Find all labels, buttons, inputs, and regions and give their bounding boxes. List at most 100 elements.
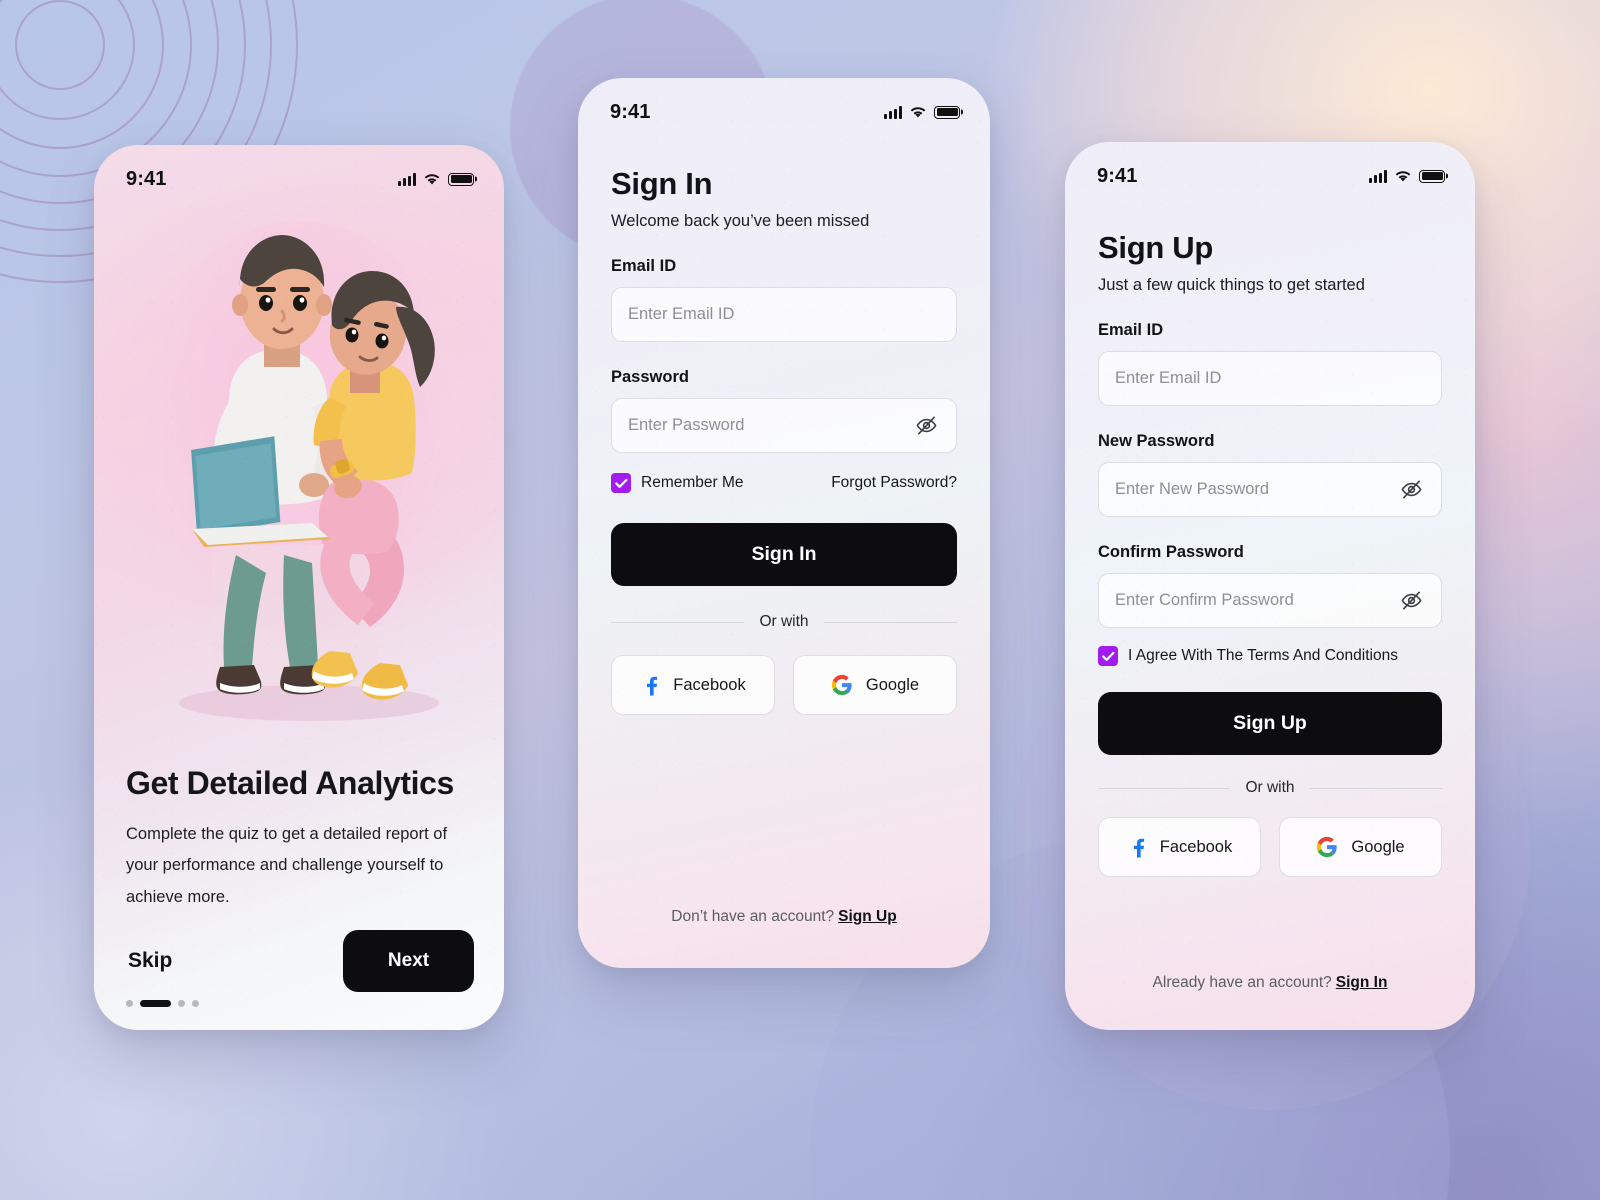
google-label: Google [865, 675, 920, 694]
divider-line-right [1309, 787, 1442, 789]
checkbox-checked-icon[interactable] [611, 473, 631, 493]
couple-with-laptop-illustration [179, 235, 439, 721]
facebook-login-button[interactable]: Facebook [611, 655, 775, 715]
battery-icon [1419, 169, 1445, 183]
email-input[interactable] [1115, 369, 1425, 388]
battery-icon [448, 172, 474, 186]
battery-icon [934, 105, 960, 119]
email-label: Email ID [1098, 321, 1164, 339]
status-time: 9:41 [610, 100, 651, 123]
divider-line-left [1098, 787, 1231, 789]
email-input-wrapper[interactable] [611, 287, 957, 342]
status-bar: 9:41 [94, 145, 504, 199]
status-indicators [1369, 169, 1445, 183]
signal-bars-icon [1369, 169, 1387, 183]
terms-label: I Agree With The Terms And Conditions [1128, 647, 1398, 664]
facebook-icon [1133, 838, 1144, 858]
footer-text: Don’t have an account? [671, 908, 835, 925]
pagination-dot-2-active[interactable] [140, 1000, 171, 1007]
new-password-label: New Password [1098, 432, 1215, 450]
next-button[interactable]: Next [343, 930, 474, 992]
wifi-icon [424, 173, 440, 184]
eye-off-icon[interactable] [1397, 476, 1425, 504]
onboarding-actions: Skip Next [126, 930, 474, 992]
pagination-dot-1[interactable] [126, 1000, 133, 1007]
terms-row: I Agree With The Terms And Conditions [1098, 646, 1442, 666]
status-bar: 9:41 [1065, 142, 1475, 196]
footer-text: Already have an account? [1152, 974, 1332, 991]
remember-forgot-row: Remember Me Forgot Password? [611, 473, 957, 493]
confirm-password-input[interactable] [1115, 591, 1397, 610]
status-indicators [398, 172, 474, 186]
mockup-canvas: 9:41 Get Detailed Analytics Complete the… [0, 0, 1600, 1200]
email-label: Email ID [611, 257, 677, 275]
password-label: Password [611, 368, 689, 386]
divider-line-right [823, 621, 957, 623]
new-password-input-wrapper[interactable] [1098, 462, 1442, 517]
confirm-password-label: Confirm Password [1098, 543, 1244, 561]
social-signup-row: Facebook Google [1098, 817, 1442, 877]
skip-button[interactable]: Skip [126, 943, 174, 979]
google-icon [831, 674, 852, 696]
signin-submit-button[interactable]: Sign In [611, 523, 957, 586]
terms-checkbox[interactable]: I Agree With The Terms And Conditions [1098, 646, 1398, 666]
status-bar: 9:41 [578, 78, 990, 132]
page-subtitle: Welcome back you’ve been missed [611, 212, 870, 230]
or-divider: Or with [611, 613, 957, 631]
page-title: Get Detailed Analytics [126, 765, 454, 801]
page-subtitle: Just a few quick things to get started [1098, 276, 1365, 294]
status-indicators [884, 105, 960, 119]
google-signup-button[interactable]: Google [1279, 817, 1442, 877]
onboarding-illustration-area [94, 199, 504, 759]
eye-off-icon[interactable] [912, 412, 940, 440]
facebook-icon [647, 676, 658, 696]
forgot-password-link[interactable]: Forgot Password? [831, 474, 957, 492]
remember-me-label: Remember Me [641, 474, 744, 491]
email-field-group: Email ID [611, 257, 957, 342]
pagination-dots[interactable] [126, 1000, 199, 1007]
page-title: Sign In [611, 166, 713, 201]
onboarding-description: Complete the quiz to get a detailed repo… [126, 824, 448, 907]
signup-link[interactable]: Sign Up [838, 908, 897, 925]
signal-bars-icon [884, 105, 902, 119]
onboarding-screen: 9:41 Get Detailed Analytics Complete the… [94, 145, 504, 1030]
eye-off-icon[interactable] [1397, 587, 1425, 615]
signal-bars-icon [398, 172, 416, 186]
facebook-label: Facebook [673, 675, 746, 694]
page-title: Sign Up [1098, 230, 1213, 265]
confirm-password-input-wrapper[interactable] [1098, 573, 1442, 628]
checkbox-checked-icon[interactable] [1098, 646, 1118, 666]
password-input-wrapper[interactable] [611, 398, 957, 453]
new-password-input[interactable] [1115, 480, 1397, 499]
or-divider: Or with [1098, 779, 1442, 797]
divider-label: Or with [1245, 779, 1295, 796]
signup-form: Sign Up Just a few quick things to get s… [1098, 230, 1442, 877]
status-time: 9:41 [126, 167, 167, 190]
email-input-wrapper[interactable] [1098, 351, 1442, 406]
new-password-field-group: New Password [1098, 432, 1442, 517]
signin-footer: Don’t have an account? Sign Up [578, 908, 990, 926]
facebook-label: Facebook [1159, 837, 1233, 856]
signin-form: Sign In Welcome back you’ve been missed … [611, 166, 957, 715]
signin-screen: 9:41 Sign In Welcome back you’ve been mi… [578, 78, 990, 968]
pagination-dot-3[interactable] [178, 1000, 185, 1007]
google-icon [1317, 836, 1338, 858]
signin-link[interactable]: Sign In [1336, 974, 1388, 991]
email-field-group: Email ID [1098, 321, 1442, 406]
wifi-icon [910, 106, 926, 117]
signup-footer: Already have an account? Sign In [1065, 974, 1475, 992]
status-time: 9:41 [1097, 164, 1138, 187]
remember-me-checkbox[interactable]: Remember Me [611, 473, 744, 493]
divider-label: Or with [759, 613, 809, 630]
wifi-icon [1395, 170, 1411, 181]
onboarding-copy: Get Detailed Analytics Complete the quiz… [126, 765, 474, 914]
google-login-button[interactable]: Google [793, 655, 957, 715]
confirm-password-field-group: Confirm Password [1098, 543, 1442, 628]
password-field-group: Password [611, 368, 957, 453]
password-input[interactable] [628, 416, 912, 435]
signup-submit-button[interactable]: Sign Up [1098, 692, 1442, 755]
facebook-signup-button[interactable]: Facebook [1098, 817, 1261, 877]
google-label: Google [1351, 837, 1405, 856]
email-input[interactable] [628, 305, 940, 324]
pagination-dot-4[interactable] [192, 1000, 199, 1007]
